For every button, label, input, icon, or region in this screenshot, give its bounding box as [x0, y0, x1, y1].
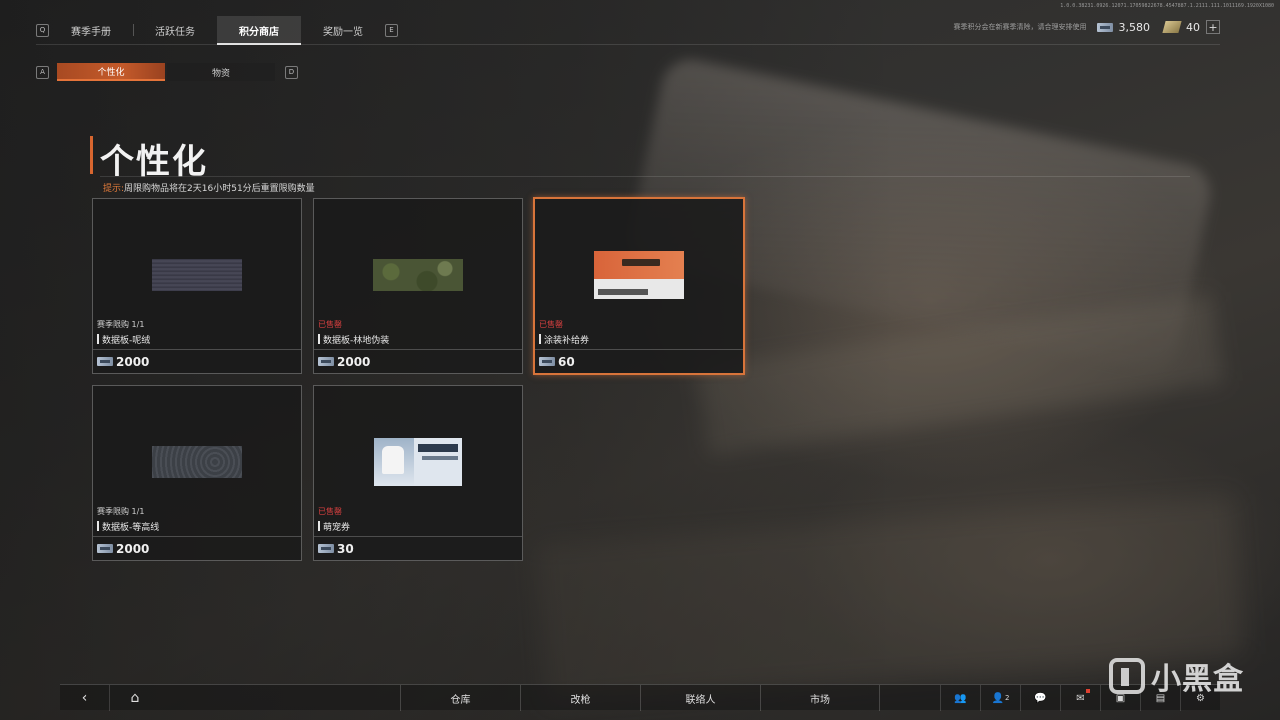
- shop-item-card[interactable]: 赛季限购 1/1 数据板-等高线 2000: [92, 385, 302, 561]
- tab-rewards-overview[interactable]: 奖励一览: [301, 16, 385, 44]
- notification-dot: [1086, 689, 1090, 693]
- mail-icon: ✉: [1076, 692, 1085, 704]
- season-points-icon: [1096, 22, 1113, 32]
- item-name: 涂装补给券: [539, 333, 589, 346]
- team-icon: 👥: [954, 692, 967, 704]
- item-price-row: 2000: [93, 536, 301, 560]
- watermark-text: 小黑盒: [1151, 662, 1244, 697]
- item-price-row: 2000: [93, 349, 301, 373]
- season-points-icon: [97, 357, 113, 366]
- tab-season-handbook[interactable]: 赛季手册: [49, 16, 133, 44]
- back-arrow-icon: ‹: [81, 689, 88, 706]
- item-sold-out-label: 已售罄: [318, 507, 342, 516]
- shop-item-card[interactable]: 已售罄 数据板-林地伪装 2000: [313, 198, 523, 374]
- home-button[interactable]: ⌂: [110, 685, 160, 711]
- key-hint-q: Q: [36, 23, 49, 37]
- subtab-personalization[interactable]: 个性化: [57, 63, 165, 81]
- season-points-icon: [318, 357, 334, 366]
- top-nav: Q 赛季手册 活跃任务 积分商店 奖励一览 E: [36, 16, 398, 45]
- item-price: 30: [337, 541, 354, 556]
- item-price-row: 60: [535, 349, 743, 373]
- shop-item-card-selected[interactable]: 已售罄 涂装补给券 60: [533, 197, 745, 375]
- tab-points-shop[interactable]: 积分商店: [217, 16, 301, 45]
- item-name: 数据板-等高线: [97, 520, 159, 533]
- key-hint-a: A: [36, 65, 49, 79]
- pet-voucher-title-strip: [418, 444, 458, 452]
- chat-button[interactable]: 💬: [1020, 685, 1060, 711]
- item-thumbnail: [152, 259, 242, 291]
- restock-hint: 提示:周限购物品将在2天16小时51分后重置限购数量: [103, 181, 315, 194]
- hint-text: 周限购物品将在2天16小时51分后重置限购数量: [124, 184, 315, 194]
- gold-value: 40: [1186, 20, 1200, 34]
- tab-active-missions[interactable]: 活跃任务: [133, 16, 217, 44]
- watermark-logo-icon: [1109, 658, 1145, 694]
- item-thumbnail: [594, 251, 684, 299]
- item-thumbnail: [373, 259, 463, 291]
- item-purchase-limit: 赛季限购 1/1: [97, 320, 145, 329]
- season-points-icon: [318, 544, 334, 553]
- tab-market[interactable]: 市场: [760, 685, 880, 711]
- shop-item-card[interactable]: 已售罄 萌宠券 30: [313, 385, 523, 561]
- item-sold-out-label: 已售罄: [539, 320, 563, 329]
- currency-bar: 赛季积分会在新赛季清除，请合理安排使用 3,580 40 +: [953, 20, 1220, 34]
- item-name: 萌宠券: [318, 520, 350, 533]
- season-points-icon: [539, 357, 555, 366]
- pet-voucher-subtitle-strip: [422, 456, 458, 460]
- item-purchase-limit: 赛季限购 1/1: [97, 507, 145, 516]
- item-thumbnail: [152, 446, 242, 478]
- item-price: 2000: [116, 541, 150, 556]
- watermark: 小黑盒: [1109, 654, 1244, 698]
- subtab-supplies[interactable]: 物资: [167, 63, 275, 81]
- gold-bar-icon: [1162, 21, 1182, 33]
- team-button[interactable]: 👥: [940, 685, 980, 711]
- item-sold-out-label: 已售罄: [318, 320, 342, 329]
- tab-contacts[interactable]: 联络人: [640, 685, 760, 711]
- friends-count: 2: [1004, 694, 1010, 702]
- item-name: 数据板-呢绒: [97, 333, 150, 346]
- item-thumbnail: [374, 438, 462, 486]
- chat-icon: 💬: [1034, 692, 1047, 704]
- build-info: 1.0.0.38231.0926.12071.17059822678.45478…: [1060, 3, 1274, 9]
- item-price: 60: [558, 354, 575, 369]
- background-shape: [696, 294, 1224, 456]
- key-hint-d: D: [285, 65, 298, 79]
- tab-gunsmith[interactable]: 改枪: [520, 685, 640, 711]
- pet-icon: [382, 446, 404, 474]
- item-price: 2000: [116, 354, 150, 369]
- bottom-bar: ‹ ⌂ 仓库 改枪 联络人 市场 👥 👤 2 💬 ✉ ▣ ▤ ⚙: [60, 684, 1220, 711]
- home-icon: ⌂: [130, 689, 140, 706]
- tab-warehouse[interactable]: 仓库: [400, 685, 520, 711]
- hint-label: 提示:: [103, 184, 125, 194]
- voucher-text-strip: [598, 289, 648, 295]
- nav-divider: [36, 44, 1220, 45]
- season-points-value: 3,580: [1118, 20, 1151, 34]
- title-divider: [100, 176, 1190, 177]
- season-note: 赛季积分会在新赛季清除，请合理安排使用: [953, 23, 1087, 31]
- add-currency-button[interactable]: +: [1206, 20, 1220, 34]
- item-name: 数据板-林地伪装: [318, 333, 389, 346]
- friends-button[interactable]: 👤 2: [980, 685, 1020, 711]
- mail-button[interactable]: ✉: [1060, 685, 1100, 711]
- back-button[interactable]: ‹: [60, 684, 110, 711]
- item-price: 2000: [337, 354, 371, 369]
- season-points-icon: [97, 544, 113, 553]
- key-hint-e: E: [385, 23, 398, 37]
- item-price-row: 30: [314, 536, 522, 560]
- item-price-row: 2000: [314, 349, 522, 373]
- rifle-icon: [622, 259, 660, 266]
- shop-item-card[interactable]: 赛季限购 1/1 数据板-呢绒 2000: [92, 198, 302, 374]
- bottom-tabs: 仓库 改枪 联络人 市场: [400, 685, 880, 711]
- friends-icon: 👤: [991, 692, 1004, 704]
- sub-nav: A 个性化 物资 D: [36, 63, 306, 81]
